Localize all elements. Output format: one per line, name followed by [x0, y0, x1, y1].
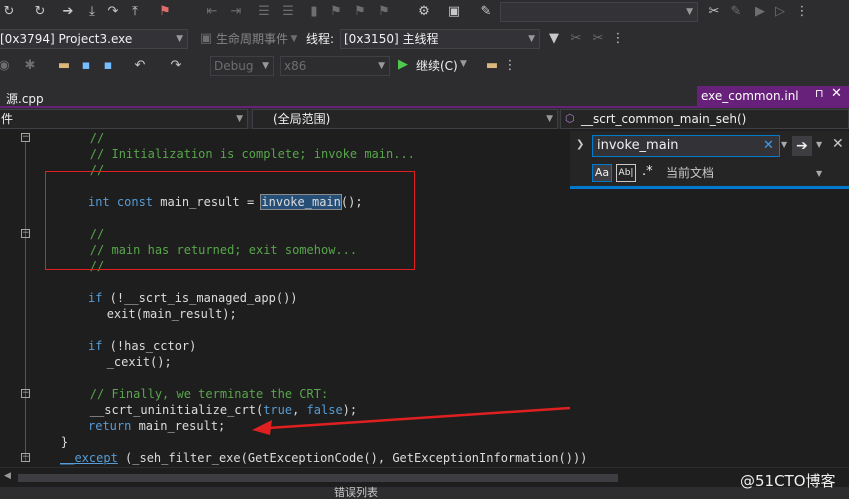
find-next-icon[interactable]: ➔	[792, 136, 812, 156]
horizontal-scrollbar[interactable]	[18, 474, 618, 482]
debug-toolbar: ↻ ↻ ➔ ⤓ ↷ ⤒ ⚑ ⇤ ⇥ ☰ ☰ ▮ ⚑ ⚑ ⚑ ⚙ ▣ ✎ ▼ ✂ …	[0, 0, 849, 26]
disabled-icon: ☰	[282, 4, 294, 19]
tab-source-cpp[interactable]: 源.cpp	[0, 88, 50, 106]
step-over-icon[interactable]: ↷	[105, 4, 121, 20]
chevron-down-icon: ▼	[528, 34, 535, 44]
unflag-thread-icon[interactable]: ✂	[590, 31, 606, 47]
lifecycle-events[interactable]: 生命周期事件	[216, 30, 288, 48]
navigation-bar: 件 ▼ (全局范围) ▼ ⬡ __scrt_common_main_seh()	[0, 108, 849, 129]
find-options-icon[interactable]: ▼	[816, 140, 822, 149]
thread-dropdown[interactable]: [0x3150] 主线程 ▼	[340, 29, 540, 49]
step-into-icon[interactable]: ⤓	[84, 4, 100, 20]
member-dropdown[interactable]: ⬡ __scrt_common_main_seh()	[560, 109, 849, 129]
chevron-down-icon: ▼	[546, 114, 553, 124]
regex-icon[interactable]: .*	[642, 164, 653, 179]
standard-toolbar: ◉ ✱ ▬ ▪ ▪ ↶ ↷ Debug ▼ x86 ▼ ▶ 继续(C) ▼ ▬ …	[0, 52, 849, 80]
close-icon[interactable]: ✕	[832, 136, 844, 152]
filter-icon[interactable]: ▼	[546, 31, 562, 47]
tools-icon[interactable]: ✂	[706, 4, 722, 20]
scope-dropdown[interactable]: (全局范围) ▼	[252, 109, 558, 129]
solution-config-dropdown[interactable]: Debug ▼	[210, 56, 274, 76]
expand-replace-icon[interactable]: ❯	[576, 139, 584, 150]
chevron-down-icon[interactable]: ▼	[816, 169, 822, 178]
disabled-icon: ⇥	[230, 4, 242, 19]
bookmark-next-icon[interactable]: ⚑	[352, 4, 368, 20]
chevron-down-icon: ▼	[686, 7, 693, 17]
search-scope[interactable]: 当前文档	[666, 164, 714, 182]
bookmark-icon[interactable]: ▮	[306, 4, 322, 20]
clear-icon[interactable]: ✕	[763, 138, 774, 153]
hex-toggle-icon[interactable]: ⚑	[157, 4, 173, 20]
disabled-icon: ☰	[258, 4, 270, 19]
save-icon[interactable]: ▪	[78, 58, 94, 74]
platform-dropdown[interactable]: x86 ▼	[280, 56, 390, 76]
scroll-left-icon[interactable]: ◀	[4, 471, 11, 481]
member-cube-icon: ⬡	[565, 112, 575, 125]
lifecycle-icon: ▣	[199, 31, 213, 46]
chevron-down-icon: ▼	[290, 34, 298, 44]
step-out-icon[interactable]: ⤒	[127, 4, 143, 20]
continue-button[interactable]: ▶ 继续(C) ▼	[396, 56, 472, 76]
disabled-icon: ⇤	[206, 4, 218, 19]
chevron-down-icon: ▼	[176, 34, 183, 44]
errors-tab[interactable]: 错误列表	[334, 487, 378, 499]
overflow-icon[interactable]: ⋮	[502, 58, 518, 74]
overflow-icon[interactable]: ⋮	[610, 31, 626, 47]
bookmark-prev-icon[interactable]: ⚑	[328, 4, 344, 20]
whole-word-icon[interactable]: Ab|	[616, 164, 636, 182]
screen-icon[interactable]: ▣	[446, 4, 462, 20]
process-toolbar: [0x3794] Project3.exe ▼ ▣ 生命周期事件 ▼ 线程: […	[0, 26, 849, 52]
chevron-down-icon: ▼	[378, 61, 385, 71]
find-input[interactable]: invoke_main ✕	[592, 135, 780, 157]
find-widget: ❯ invoke_main ✕ ▼ ➔ ▼ ✕ Aa Ab| .* 当前文档 ▼	[570, 131, 849, 189]
skip-icon[interactable]: ▷	[772, 4, 788, 20]
new-item-icon[interactable]: ✱	[22, 58, 38, 74]
play-icon[interactable]: ▶	[752, 4, 768, 20]
tab-exe-common[interactable]: exe_common.inl ⊓ ✕	[697, 86, 849, 106]
undo-icon[interactable]: ↶	[132, 58, 148, 74]
match-case-icon[interactable]: Aa	[592, 164, 612, 182]
show-next-statement-icon[interactable]: ↻	[32, 4, 48, 20]
tab-strip: 源.cpp exe_common.inl ⊓ ✕	[0, 80, 849, 108]
chevron-down-icon: ▼	[236, 114, 243, 124]
find-files-icon[interactable]: ▬	[484, 58, 500, 74]
play-icon: ▶	[398, 57, 408, 72]
overflow-icon[interactable]: ⋮	[794, 4, 810, 20]
restart-icon[interactable]: ↻	[1, 4, 17, 20]
pen-icon[interactable]: ✎	[728, 4, 744, 20]
bookmark-clear-icon[interactable]: ⚑	[376, 4, 392, 20]
bottom-scroll-area: ◀	[0, 467, 849, 487]
graph-icon[interactable]: ⚙	[416, 4, 432, 20]
history-dropdown-icon[interactable]: ▼	[781, 140, 787, 149]
open-folder-icon[interactable]: ▬	[56, 58, 72, 74]
watermark: @51CTO博客	[740, 472, 836, 490]
step-arrow-icon[interactable]: ➔	[60, 4, 76, 20]
process-dropdown[interactable]: [0x3794] Project3.exe ▼	[0, 29, 188, 49]
write-icon[interactable]: ✎	[478, 4, 494, 20]
project-dropdown[interactable]: 件 ▼	[0, 109, 248, 129]
nav-icon[interactable]: ◉	[0, 58, 12, 74]
thread-label: 线程:	[306, 32, 335, 46]
redo-icon[interactable]: ↷	[168, 58, 184, 74]
pin-icon[interactable]: ⊓	[815, 87, 824, 100]
save-all-icon[interactable]: ▪	[100, 58, 116, 74]
bottom-panel-tabs: 错误列表	[0, 487, 849, 499]
config-dropdown[interactable]: ▼	[500, 2, 698, 22]
chevron-down-icon: ▼	[460, 59, 467, 69]
chevron-down-icon: ▼	[262, 61, 269, 71]
close-icon[interactable]: ✕	[831, 86, 842, 101]
flag-thread-icon[interactable]: ✂	[568, 31, 584, 47]
